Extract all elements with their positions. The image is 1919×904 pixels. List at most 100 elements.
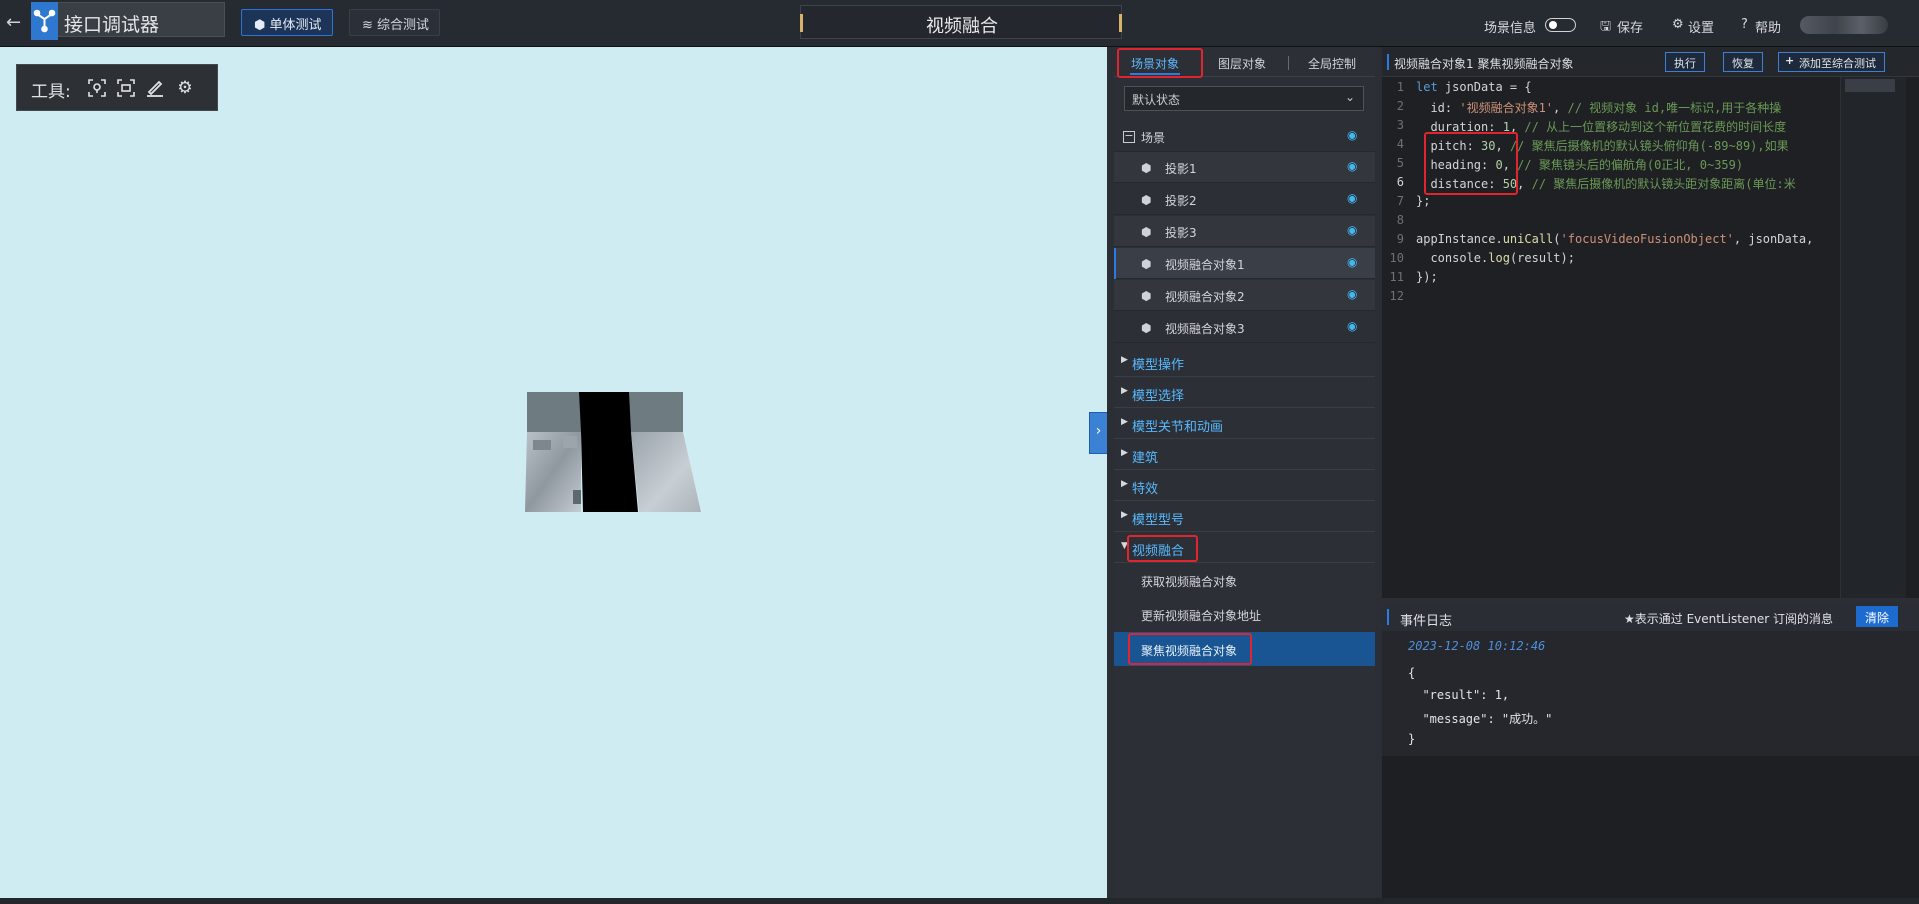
line-number: 3: [1396, 118, 1404, 132]
log-line: "message": "成功。": [1408, 712, 1553, 726]
code-line: });: [1416, 270, 1438, 284]
clear-log-button[interactable]: 清除: [1856, 606, 1898, 627]
highlight-box: [1127, 535, 1198, 562]
object-panel: 场景对象 图层对象 全局控制 默认状态 ⌄ − 场景 ◉ ⬢ 投影1 ◉ ⬢ 投…: [1114, 47, 1375, 898]
visibility-eye-icon[interactable]: ◉: [1347, 319, 1361, 333]
line-number: 12: [1389, 289, 1404, 303]
api-item[interactable]: 更新视频融合对象地址: [1114, 597, 1375, 631]
category-building[interactable]: ▶ 建筑: [1114, 439, 1375, 470]
event-log-note: ★表示通过 EventListener 订阅的消息: [1624, 612, 1834, 626]
code-line: let jsonData = {: [1416, 80, 1532, 94]
tree-item-label: 投影2: [1165, 194, 1197, 208]
help-icon: ?: [1741, 17, 1748, 32]
api-item-label: 获取视频融合对象: [1141, 575, 1238, 589]
right-splitter[interactable]: [1375, 47, 1382, 898]
tab-layer-objects[interactable]: 图层对象: [1218, 55, 1266, 72]
line-number: 4: [1396, 137, 1404, 151]
save-icon: 🖫: [1600, 19, 1612, 34]
event-log-title: 事件日志: [1400, 614, 1453, 629]
tree-item[interactable]: ⬢ 视频融合对象2 ◉: [1114, 280, 1375, 311]
log-line: }: [1408, 732, 1416, 746]
page-title: 视频融合: [926, 16, 998, 37]
category-model-ops[interactable]: ▶ 模型操作: [1114, 346, 1375, 377]
category-model-select[interactable]: ▶ 模型选择: [1114, 377, 1375, 408]
save-button[interactable]: 保存: [1617, 17, 1643, 36]
line-number: 11: [1389, 270, 1404, 284]
tree-item-selected[interactable]: ⬢ 视频融合对象1 ◉: [1114, 248, 1375, 279]
code-line: };: [1416, 194, 1431, 208]
line-number: 8: [1396, 213, 1404, 227]
cube-icon: ⬢: [1141, 193, 1152, 207]
category-model-joints[interactable]: ▶ 模型关节和动画: [1114, 408, 1375, 439]
combined-test-tab[interactable]: ≋ 综合测试: [349, 9, 441, 36]
tree-item-label: 投影1: [1165, 162, 1197, 176]
tree-item[interactable]: ⬢ 投影1 ◉: [1114, 152, 1375, 183]
code-line: id: '视频融合对象1', // 视频对象 id,唯一标识,用于各种操: [1416, 101, 1782, 115]
visibility-eye-icon[interactable]: ◉: [1347, 287, 1361, 301]
tree-root-scene[interactable]: − 场景 ◉: [1114, 121, 1375, 152]
caret-right-icon: ▶: [1121, 355, 1128, 365]
scene-info-label: 场景信息: [1484, 21, 1537, 36]
log-line: {: [1408, 666, 1416, 680]
code-editor[interactable]: 1 2 3 4 5 6 7 8 9 10 11 12 let jsonData …: [1382, 77, 1919, 598]
collapse-minus-icon[interactable]: −: [1123, 130, 1135, 143]
highlight-box: [1117, 48, 1203, 78]
single-test-tab[interactable]: ⬢ 单体测试: [241, 9, 333, 36]
line-number: 10: [1389, 251, 1404, 265]
visibility-eye-icon[interactable]: ◉: [1347, 255, 1361, 269]
log-timestamp: 2023-12-08 10:12:46: [1408, 639, 1546, 653]
tab-global-control[interactable]: 全局控制: [1308, 55, 1356, 72]
category-effects[interactable]: ▶ 特效: [1114, 470, 1375, 501]
log-line: "result": 1,: [1408, 688, 1510, 702]
layers-icon: ≋: [362, 18, 373, 33]
visibility-eye-icon[interactable]: ◉: [1347, 159, 1361, 173]
settings-gear-icon: ⚙: [1672, 17, 1684, 32]
video-fusion-model[interactable]: [523, 392, 701, 512]
app-title: 接口调试器: [64, 14, 160, 36]
user-avatar[interactable]: [1800, 16, 1888, 34]
cube-icon: ⬢: [1141, 225, 1152, 239]
restore-button[interactable]: 恢复: [1723, 52, 1763, 72]
tree-item[interactable]: ⬢ 投影3 ◉: [1114, 216, 1375, 247]
line-number: 1: [1396, 80, 1404, 94]
single-test-label: 单体测试: [269, 18, 322, 33]
frame-select-icon[interactable]: [115, 78, 137, 100]
left-splitter[interactable]: [1107, 47, 1114, 898]
panel-collapse-toggle[interactable]: ›: [1089, 412, 1108, 454]
caret-right-icon: ▶: [1121, 417, 1128, 427]
add-to-combined-label: 添加至综合测试: [1799, 57, 1876, 70]
tree-item[interactable]: ⬢ 投影2 ◉: [1114, 184, 1375, 215]
minimap-viewport[interactable]: [1845, 79, 1895, 92]
help-button[interactable]: 帮助: [1755, 17, 1781, 36]
state-select[interactable]: 默认状态 ⌄: [1124, 86, 1364, 111]
header-accent-bar: [1387, 54, 1389, 70]
settings-gears-icon[interactable]: ⚙: [174, 78, 196, 100]
code-line: console.log(result);: [1416, 251, 1575, 265]
caret-right-icon: ▶: [1121, 448, 1128, 458]
tree-item[interactable]: ⬢ 视频融合对象3 ◉: [1114, 312, 1375, 343]
add-to-combined-button[interactable]: + 添加至综合测试: [1778, 52, 1885, 72]
visibility-eye-icon[interactable]: ◉: [1347, 191, 1361, 205]
visibility-eye-icon[interactable]: ◉: [1347, 223, 1361, 237]
category-model-type[interactable]: ▶ 模型型号: [1114, 501, 1375, 532]
caret-right-icon: ▶: [1121, 479, 1128, 489]
top-bar: ← 接口调试器 ⬢ 单体测试 ≋ 综合测试 视频融合 场景信息 🖫 保存 ⚙ 设…: [0, 0, 1919, 47]
code-line: appInstance.uniCall('focusVideoFusionObj…: [1416, 232, 1814, 246]
line-number: 5: [1396, 156, 1404, 170]
execute-button[interactable]: 执行: [1665, 52, 1705, 72]
category-label: 模型型号: [1132, 513, 1185, 528]
caret-right-icon: ▶: [1121, 510, 1128, 520]
back-arrow-icon[interactable]: ←: [6, 12, 24, 33]
visibility-eye-icon[interactable]: ◉: [1347, 128, 1361, 142]
category-label: 特效: [1132, 482, 1159, 497]
category-label: 建筑: [1132, 451, 1159, 466]
editor-scrollbar[interactable]: [1906, 77, 1919, 598]
tree-item-label: 视频融合对象3: [1165, 322, 1245, 336]
toolbox: 工具: ⚙: [16, 64, 218, 111]
pen-icon[interactable]: [144, 78, 166, 100]
api-item[interactable]: 获取视频融合对象: [1114, 563, 1375, 597]
line-number: 7: [1396, 194, 1404, 208]
locate-icon[interactable]: [86, 78, 108, 100]
scene-info-toggle[interactable]: [1545, 18, 1576, 32]
settings-button[interactable]: 设置: [1688, 17, 1714, 36]
